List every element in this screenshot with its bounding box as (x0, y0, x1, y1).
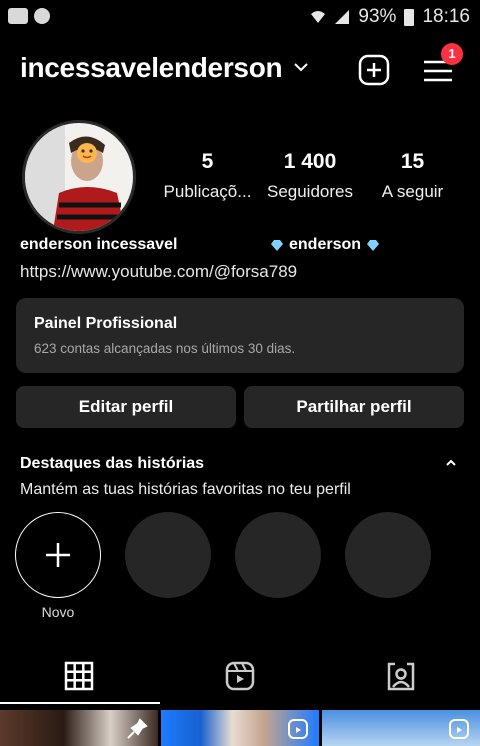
create-post-icon[interactable] (358, 54, 390, 86)
plus-icon (46, 543, 70, 567)
signal-icon (335, 10, 350, 24)
chevron-up-icon[interactable] (444, 458, 458, 468)
chat-notification-icon (34, 8, 50, 24)
diamond-icon (367, 239, 380, 251)
bio-name-text: enderson (289, 236, 362, 253)
new-highlight-label: Novo (41, 604, 75, 620)
posts-count: 5 (201, 150, 214, 173)
diamond-icon (271, 239, 283, 251)
highlight-placeholder (235, 512, 321, 598)
post-thumbnail[interactable] (161, 710, 319, 746)
profile-avatar[interactable] (22, 120, 136, 234)
posts-label: Publicaçõ... (163, 182, 252, 201)
notification-badge: 1 (441, 43, 463, 65)
new-highlight-button[interactable] (15, 512, 101, 598)
highlight-placeholder (345, 512, 431, 598)
professional-dashboard[interactable]: Painel Profissional 623 contas alcançada… (16, 298, 464, 373)
highlights-title: Destaques das histórias (20, 455, 205, 472)
highlights-subtitle: Mantém as tuas histórias favoritas no te… (20, 481, 351, 498)
status-bar: 93% 18:16 (0, 0, 480, 34)
posts-stat[interactable]: 5 Publicaçõ... (155, 150, 260, 202)
share-profile-button[interactable]: Partilhar perfil (244, 386, 464, 428)
followers-label: Seguidores (266, 182, 353, 201)
reels-icon (288, 719, 308, 739)
posts-grid (0, 710, 480, 746)
tagged-icon[interactable] (385, 660, 417, 692)
post-thumbnail[interactable] (0, 710, 158, 746)
chevron-down-icon[interactable] (292, 60, 310, 74)
edit-profile-button[interactable]: Editar perfil (16, 386, 236, 428)
clock: 18:16 (422, 6, 470, 27)
profile-link[interactable]: https://www.youtube.com/@forsa789 (20, 262, 297, 282)
reels-icon[interactable] (224, 660, 256, 692)
following-label: A seguir (381, 182, 444, 201)
active-tab-indicator (0, 702, 160, 704)
profile-stats: 5 Publicaçõ... 1 400 Seguidores 15 A seg… (155, 150, 465, 202)
avatar-image (25, 123, 133, 231)
followers-count: 1 400 (283, 150, 337, 173)
grid-icon[interactable] (63, 660, 95, 692)
following-stat[interactable]: 15 A seguir (360, 150, 465, 202)
bio-name: enderson (270, 236, 380, 254)
highlight-placeholder (125, 512, 211, 598)
reels-icon (449, 719, 469, 739)
pin-icon (127, 718, 148, 739)
battery-percentage: 93% (358, 6, 397, 27)
followers-stat[interactable]: 1 400 Seguidores (260, 150, 360, 202)
account-switcher-username[interactable]: incessavelenderson (20, 52, 283, 84)
following-count: 15 (400, 150, 425, 173)
profile-header: incessavelenderson (0, 48, 480, 92)
battery-icon (404, 8, 415, 26)
post-thumbnail[interactable] (322, 710, 480, 746)
app-notification-icon (8, 8, 28, 24)
profile-content-tabs (0, 650, 480, 704)
system-status: 93% 18:16 (310, 6, 470, 28)
dashboard-title: Painel Profissional (34, 315, 178, 332)
dashboard-subtitle: 623 contas alcançadas nos últimos 30 dia… (34, 341, 296, 356)
wifi-icon (311, 11, 326, 23)
notification-icons (8, 8, 50, 24)
display-name: enderson incessavel (20, 236, 178, 253)
